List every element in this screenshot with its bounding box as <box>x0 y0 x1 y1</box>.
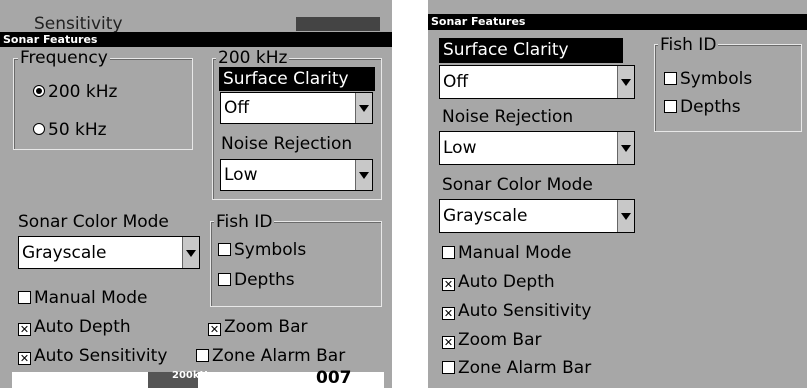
dialog-title: Sonar Features <box>428 14 807 30</box>
zoom-bar-checkbox[interactable]: ✕ Zoom Bar <box>208 317 307 337</box>
frequency-legend: Frequency <box>18 48 110 68</box>
radio-selected-icon <box>33 85 45 97</box>
surface-clarity-value: Off <box>224 98 250 118</box>
noise-rejection-value: Low <box>443 138 477 158</box>
left-screen: Sensitivity Sonar Features Frequency 200… <box>0 0 392 388</box>
manual-mode-label: Manual Mode <box>34 288 148 308</box>
radio-unselected-icon <box>33 123 45 135</box>
noise-rejection-label: Noise Rejection <box>442 107 574 127</box>
surface-clarity-select[interactable]: Off <box>439 65 635 99</box>
surface-clarity-label: Surface Clarity <box>439 38 623 63</box>
dropdown-arrow-icon <box>617 132 634 164</box>
color-mode-label: Sonar Color Mode <box>18 212 169 232</box>
checkbox-checked-icon: ✕ <box>18 352 31 365</box>
depths-label: Depths <box>234 270 295 290</box>
right-screen: Sonar Features Surface Clarity Off Noise… <box>428 0 807 388</box>
checkbox-empty-icon <box>196 349 209 362</box>
surface-clarity-value: Off <box>443 72 469 92</box>
zone-alarm-bar-label: Zone Alarm Bar <box>458 358 592 378</box>
color-mode-value: Grayscale <box>443 206 528 226</box>
manual-mode-checkbox[interactable]: Manual Mode <box>18 288 148 308</box>
radio-200khz-label: 200 kHz <box>48 82 118 102</box>
noise-rejection-select[interactable]: Low <box>439 131 635 165</box>
fish-id-legend: Fish ID <box>658 35 719 55</box>
zone-alarm-bar-checkbox[interactable]: Zone Alarm Bar <box>196 346 345 366</box>
symbols-label: Symbols <box>234 240 307 260</box>
fish-id-group <box>210 221 382 307</box>
color-mode-select[interactable]: Grayscale <box>439 199 635 233</box>
auto-depth-checkbox[interactable]: ✕ Auto Depth <box>442 272 555 292</box>
surface-clarity-select[interactable]: Off <box>220 92 373 124</box>
auto-sensitivity-label: Auto Sensitivity <box>34 346 168 366</box>
dialog-title: Sonar Features <box>0 32 392 47</box>
symbols-checkbox[interactable]: Symbols <box>218 240 306 260</box>
noise-rejection-value: Low <box>224 165 258 185</box>
checkbox-checked-icon: ✕ <box>442 336 455 349</box>
depths-label: Depths <box>680 97 741 117</box>
color-mode-label: Sonar Color Mode <box>442 175 593 195</box>
khz-legend: 200 kHz <box>216 48 290 68</box>
radio-200khz[interactable]: 200 kHz <box>33 82 117 102</box>
symbols-checkbox[interactable]: Symbols <box>664 69 752 89</box>
radio-50khz-label: 50 kHz <box>48 120 107 140</box>
bottom-fragment-value: 007 <box>316 368 352 388</box>
symbols-label: Symbols <box>680 69 753 89</box>
manual-mode-label: Manual Mode <box>458 243 572 263</box>
behind-sensitivity-bar <box>296 17 380 31</box>
dropdown-arrow-icon <box>617 66 634 98</box>
depths-checkbox[interactable]: Depths <box>664 97 741 117</box>
behind-sensitivity-label: Sensitivity <box>34 14 123 34</box>
checkbox-empty-icon <box>442 246 455 259</box>
checkbox-empty-icon <box>218 273 231 286</box>
zoom-bar-label: Zoom Bar <box>458 330 542 350</box>
checkbox-checked-icon: ✕ <box>18 323 31 336</box>
checkbox-empty-icon <box>442 361 455 374</box>
surface-clarity-label: Surface Clarity <box>219 67 375 91</box>
fish-id-legend: Fish ID <box>214 212 275 232</box>
dropdown-arrow-icon <box>182 237 199 268</box>
zone-alarm-bar-checkbox[interactable]: Zone Alarm Bar <box>442 358 591 378</box>
checkbox-checked-icon: ✕ <box>208 323 221 336</box>
auto-depth-checkbox[interactable]: ✕ Auto Depth <box>18 317 131 337</box>
dropdown-arrow-icon <box>617 200 634 232</box>
color-mode-value: Grayscale <box>22 242 107 263</box>
checkbox-empty-icon <box>18 291 31 304</box>
checkbox-checked-icon: ✕ <box>442 307 455 320</box>
checkbox-empty-icon <box>664 72 677 85</box>
radio-50khz[interactable]: 50 kHz <box>33 120 107 140</box>
color-mode-select[interactable]: Grayscale <box>18 236 200 269</box>
zoom-bar-label: Zoom Bar <box>224 317 308 337</box>
manual-mode-checkbox[interactable]: Manual Mode <box>442 243 572 263</box>
zone-alarm-bar-label: Zone Alarm Bar <box>212 346 346 366</box>
checkbox-checked-icon: ✕ <box>442 278 455 291</box>
auto-sensitivity-label: Auto Sensitivity <box>458 301 592 321</box>
dropdown-arrow-icon <box>355 93 372 123</box>
checkbox-empty-icon <box>664 100 677 113</box>
dropdown-arrow-icon <box>355 160 372 190</box>
auto-depth-label: Auto Depth <box>458 272 555 292</box>
zoom-bar-checkbox[interactable]: ✕ Zoom Bar <box>442 330 541 350</box>
noise-rejection-label: Noise Rejection <box>221 134 353 154</box>
noise-rejection-select[interactable]: Low <box>220 159 373 191</box>
auto-depth-label: Auto Depth <box>34 317 131 337</box>
checkbox-empty-icon <box>218 243 231 256</box>
depths-checkbox[interactable]: Depths <box>218 270 295 290</box>
auto-sensitivity-checkbox[interactable]: ✕ Auto Sensitivity <box>18 346 167 366</box>
bottom-fragment-freq: 200kHz <box>172 370 214 381</box>
auto-sensitivity-checkbox[interactable]: ✕ Auto Sensitivity <box>442 301 591 321</box>
